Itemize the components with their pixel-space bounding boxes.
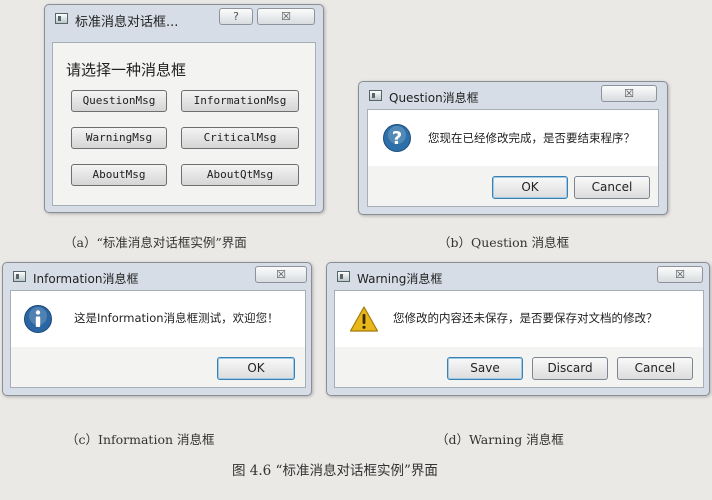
help-button[interactable]: ? — [219, 8, 253, 25]
message-area: ? 您现在已经修改完成，是否要结束程序？ — [368, 110, 658, 166]
window-app-icon — [13, 271, 26, 282]
discard-button[interactable]: Discard — [532, 357, 608, 380]
about-qt-msg-button[interactable]: AboutQtMsg — [181, 164, 299, 186]
caption-b: （b）Question 消息框 — [438, 235, 570, 250]
message-text: 您现在已经修改完成，是否要结束程序？ — [428, 131, 635, 145]
message-text: 这是Information消息框测试，欢迎您！ — [74, 311, 279, 325]
caption-d: （d）Warning 消息框 — [436, 432, 564, 447]
question-icon: ? — [383, 124, 411, 152]
svg-text:?: ? — [392, 128, 402, 149]
caption-a: （a）“标准消息对话框实例”界面 — [64, 235, 247, 250]
message-area: 这是Information消息框测试，欢迎您！ — [11, 291, 305, 347]
caption-c: （c）Information 消息框 — [66, 432, 215, 447]
close-button[interactable]: ☒ — [601, 85, 657, 102]
warning-msg-button[interactable]: WarningMsg — [71, 127, 167, 149]
main-dialog-client: 请选择一种消息框 QuestionMsg InformationMsg Warn… — [52, 42, 316, 206]
window-app-icon — [369, 90, 382, 101]
cancel-button[interactable]: Cancel — [574, 176, 650, 199]
question-dialog-title: Question消息框 — [389, 91, 479, 105]
warning-dialog-titlebar[interactable]: Warning消息框 ☒ — [327, 263, 709, 291]
about-msg-button[interactable]: AboutMsg — [71, 164, 167, 186]
main-dialog-title: 标准消息对话框... — [75, 15, 179, 30]
close-button[interactable]: ☒ — [257, 8, 315, 25]
window-app-icon — [337, 271, 350, 282]
prompt-label: 请选择一种消息框 — [66, 61, 187, 79]
warning-icon — [349, 306, 379, 332]
message-area: 您修改的内容还未保存，是否要保存对文档的修改？ — [335, 291, 703, 347]
information-icon — [24, 305, 52, 333]
information-dialog-title: Information消息框 — [33, 272, 139, 286]
warning-dialog-window: Warning消息框 ☒ 您修改的内容还未保存，是否要保存对文档的修改？ Sav… — [326, 262, 710, 396]
main-dialog-window: 标准消息对话框... ? ☒ 请选择一种消息框 QuestionMsg Info… — [44, 4, 324, 213]
cancel-button[interactable]: Cancel — [617, 357, 693, 380]
information-dialog-titlebar[interactable]: Information消息框 ☒ — [3, 263, 311, 291]
close-button[interactable]: ☒ — [255, 266, 307, 283]
window-app-icon — [55, 13, 68, 24]
information-dialog-client: 这是Information消息框测试，欢迎您！ OK — [10, 290, 306, 388]
question-dialog-window: Question消息框 ☒ ? 您现在已经修改完成，是否要结束程序？ OK Ca… — [358, 81, 668, 215]
figure-caption: 图 4.6 “标准消息对话框实例”界面 — [232, 463, 438, 479]
main-dialog-titlebar[interactable]: 标准消息对话框... ? ☒ — [45, 5, 323, 33]
warning-dialog-title: Warning消息框 — [357, 272, 443, 286]
save-button[interactable]: Save — [447, 357, 523, 380]
question-msg-button[interactable]: QuestionMsg — [71, 90, 167, 112]
question-dialog-titlebar[interactable]: Question消息框 ☒ — [359, 82, 667, 110]
information-msg-button[interactable]: InformationMsg — [181, 90, 299, 112]
ok-button[interactable]: OK — [492, 176, 568, 199]
ok-button[interactable]: OK — [217, 357, 295, 380]
question-dialog-client: ? 您现在已经修改完成，是否要结束程序？ OK Cancel — [367, 109, 659, 207]
information-dialog-window: Information消息框 ☒ 这是Information消息框测试，欢迎您！… — [2, 262, 312, 396]
message-text: 您修改的内容还未保存，是否要保存对文档的修改？ — [393, 311, 658, 325]
close-button[interactable]: ☒ — [657, 266, 703, 283]
critical-msg-button[interactable]: CriticalMsg — [181, 127, 299, 149]
warning-dialog-client: 您修改的内容还未保存，是否要保存对文档的修改？ Save Discard Can… — [334, 290, 704, 388]
